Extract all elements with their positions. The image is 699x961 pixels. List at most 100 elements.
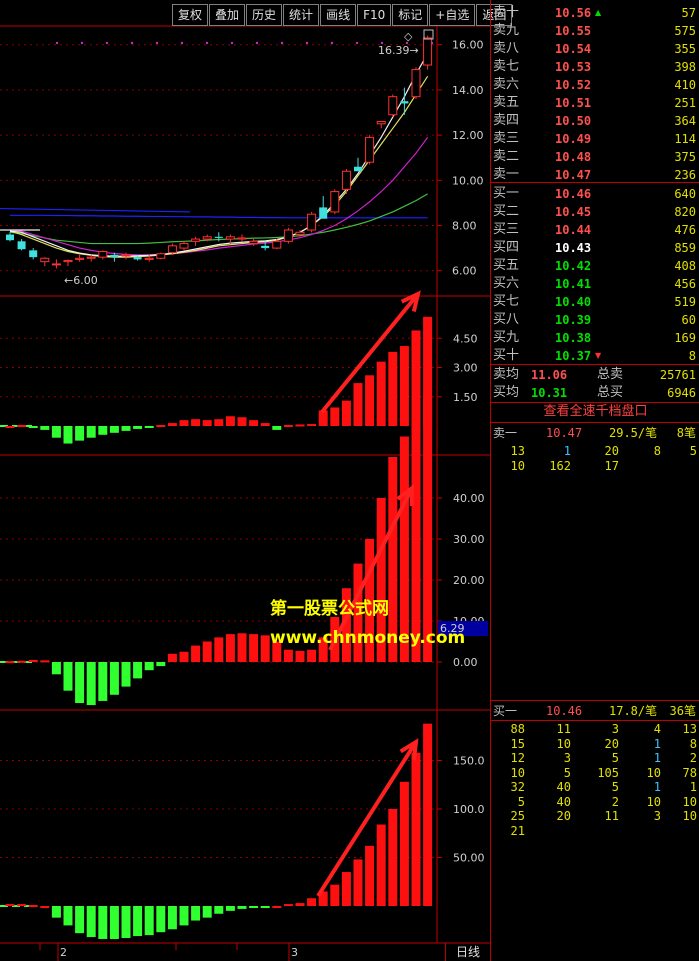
histogram-bar-positive bbox=[5, 661, 15, 664]
histogram-bar-negative bbox=[133, 906, 143, 937]
toolbar-button-4[interactable]: 画线 bbox=[320, 4, 357, 26]
sell-level-row[interactable]: 卖七 10.53 398 bbox=[491, 58, 699, 76]
buy-level-row[interactable]: 买六 10.41 456 bbox=[491, 275, 699, 293]
sell-level-price: 10.49 bbox=[555, 132, 592, 146]
sell-level-row[interactable]: 卖四 10.50 364 bbox=[491, 112, 699, 130]
queue-cell: 20 bbox=[556, 809, 571, 823]
toolbar-button-1[interactable]: 叠加 bbox=[209, 4, 246, 26]
toolbar-button-2[interactable]: 历史 bbox=[246, 4, 283, 26]
queue-cell: 5 bbox=[611, 751, 619, 765]
buy-level-volume: 820 bbox=[674, 205, 696, 219]
buy-level-row[interactable]: 买四 10.43 859 bbox=[491, 239, 699, 257]
toolbar-button-7[interactable]: +自选 bbox=[429, 4, 476, 26]
buy-level-row[interactable]: 买二 10.45 820 bbox=[491, 203, 699, 221]
histogram-bar-negative bbox=[109, 662, 119, 695]
buy-level-volume: 456 bbox=[674, 277, 696, 291]
histogram-bar-positive bbox=[17, 660, 27, 663]
buy-level-row[interactable]: 买九 10.38 169 bbox=[491, 329, 699, 347]
candle-body-up bbox=[225, 236, 235, 240]
sell1-queue-label: 卖一 bbox=[493, 426, 518, 440]
histogram-bar-negative bbox=[144, 906, 154, 936]
histogram-bar-positive bbox=[283, 904, 293, 907]
sell-level-row[interactable]: 卖六 10.52 410 bbox=[491, 76, 699, 94]
sell1-queue-header: 卖一 10.47 29.5/笔 8笔 bbox=[491, 424, 699, 442]
histogram-bar-negative bbox=[40, 426, 50, 430]
queue-cell: 17 bbox=[604, 458, 619, 473]
histogram-bar-positive bbox=[411, 752, 421, 906]
sell-level-volume: 355 bbox=[674, 42, 696, 56]
candle-body-up bbox=[272, 240, 282, 249]
buy-level-row[interactable]: 买五 10.42 408 bbox=[491, 257, 699, 275]
sell-level-row[interactable]: 卖五 10.51 251 bbox=[491, 94, 699, 112]
event-marker-dot bbox=[280, 41, 284, 45]
toolbar-button-6[interactable]: 标记 bbox=[392, 4, 429, 26]
chart-area[interactable]: 16.00 14.00 12.00 10.00 8.00 6.00 16.39→ ←6.00… bbox=[0, 0, 490, 961]
buy-level-row[interactable]: 买十 10.37 ▼ 8 bbox=[491, 347, 699, 365]
buy1-queue-header: 买一 10.46 17.8/笔 36笔 bbox=[491, 702, 699, 720]
histogram-bar-positive bbox=[388, 809, 398, 906]
queue-cell: 13 bbox=[682, 722, 697, 736]
candle-body-up bbox=[388, 96, 398, 116]
queue-cell: 10 bbox=[510, 458, 525, 473]
histogram-bar-positive bbox=[179, 651, 189, 662]
sell-level-row[interactable]: 卖八 10.54 355 bbox=[491, 40, 699, 58]
sell-level-label: 卖六 bbox=[493, 77, 520, 92]
buy-level-label: 买十 bbox=[493, 348, 520, 363]
buy1-queue-count: 36笔 bbox=[669, 704, 696, 718]
histogram-bar-positive bbox=[17, 904, 27, 907]
toolbar-button-3[interactable]: 统计 bbox=[283, 4, 320, 26]
buy-level-price: 10.39 bbox=[555, 313, 592, 327]
sell-level-price: 10.55 bbox=[555, 24, 592, 38]
sell-level-row[interactable]: 卖九 10.55 575 bbox=[491, 22, 699, 40]
queue-cell: 2 bbox=[689, 751, 697, 765]
sell-level-volume: 251 bbox=[674, 96, 696, 110]
sell-level-row[interactable]: 卖三 10.49 114 bbox=[491, 130, 699, 148]
ma-blue-left bbox=[0, 207, 191, 213]
histogram-bar-negative bbox=[214, 906, 224, 914]
event-marker-dot bbox=[355, 41, 359, 45]
sell-level-volume: 410 bbox=[674, 78, 696, 92]
histogram-bar-positive bbox=[295, 424, 305, 427]
histogram-bar-positive bbox=[191, 419, 201, 426]
buy-level-row[interactable]: 买八 10.39 60 bbox=[491, 311, 699, 329]
queue-cell: 12 bbox=[510, 751, 525, 765]
sell-level-label: 卖五 bbox=[493, 95, 520, 110]
histogram-bar-negative bbox=[109, 906, 119, 939]
sell-level-label: 卖三 bbox=[493, 131, 520, 146]
histogram-bar-negative bbox=[156, 906, 166, 933]
sell-level-row[interactable]: 卖二 10.48 375 bbox=[491, 148, 699, 166]
price-tick-label: 8.00 bbox=[452, 220, 477, 233]
histogram-bar-positive bbox=[353, 383, 363, 426]
candle-body-up bbox=[341, 170, 351, 190]
candle-body-up bbox=[202, 236, 212, 240]
event-marker-dot bbox=[180, 41, 184, 45]
buy-level-volume: 408 bbox=[674, 259, 696, 273]
full-depth-link[interactable]: 查看全速千档盘口 bbox=[491, 402, 699, 422]
indicator-tick-label: 50.00 bbox=[453, 852, 485, 865]
diamond-icon[interactable]: ◇ bbox=[404, 30, 413, 43]
buy1-queue-label: 买一 bbox=[493, 704, 518, 718]
total-buy-value: 6946 bbox=[667, 386, 696, 400]
queue-row: 88 11 3 4 13 bbox=[491, 722, 699, 737]
toolbar-button-0[interactable]: 复权 bbox=[172, 4, 209, 26]
histogram-bar-positive bbox=[376, 361, 386, 426]
buy-level-row[interactable]: 买三 10.44 476 bbox=[491, 221, 699, 239]
histogram-bar-positive bbox=[283, 649, 293, 662]
candle-body-up bbox=[191, 238, 201, 242]
queue-cell: 5 bbox=[517, 794, 525, 809]
buy-level-price: 10.46 bbox=[555, 187, 592, 201]
histogram-bar-negative bbox=[109, 426, 119, 433]
toolbar-button-5[interactable]: F10 bbox=[357, 4, 392, 26]
sell-level-row[interactable]: 卖十 10.56 ▲ 57 bbox=[491, 4, 699, 22]
queue-cell: 10 bbox=[682, 809, 697, 823]
histogram-bar-positive bbox=[40, 660, 50, 663]
queue-cell: 105 bbox=[597, 765, 619, 780]
period-tab-daily[interactable]: 日线 bbox=[445, 943, 490, 961]
avg-sell-price: 11.06 bbox=[531, 368, 568, 382]
x-axis: 23 bbox=[39, 943, 298, 961]
buy-level-row[interactable]: 买七 10.40 519 bbox=[491, 293, 699, 311]
buy-level-row[interactable]: 买一 10.46 640 bbox=[491, 185, 699, 203]
histogram-bar-negative bbox=[86, 662, 96, 706]
event-marker-dot bbox=[305, 41, 309, 45]
candle-body-down bbox=[261, 245, 270, 249]
